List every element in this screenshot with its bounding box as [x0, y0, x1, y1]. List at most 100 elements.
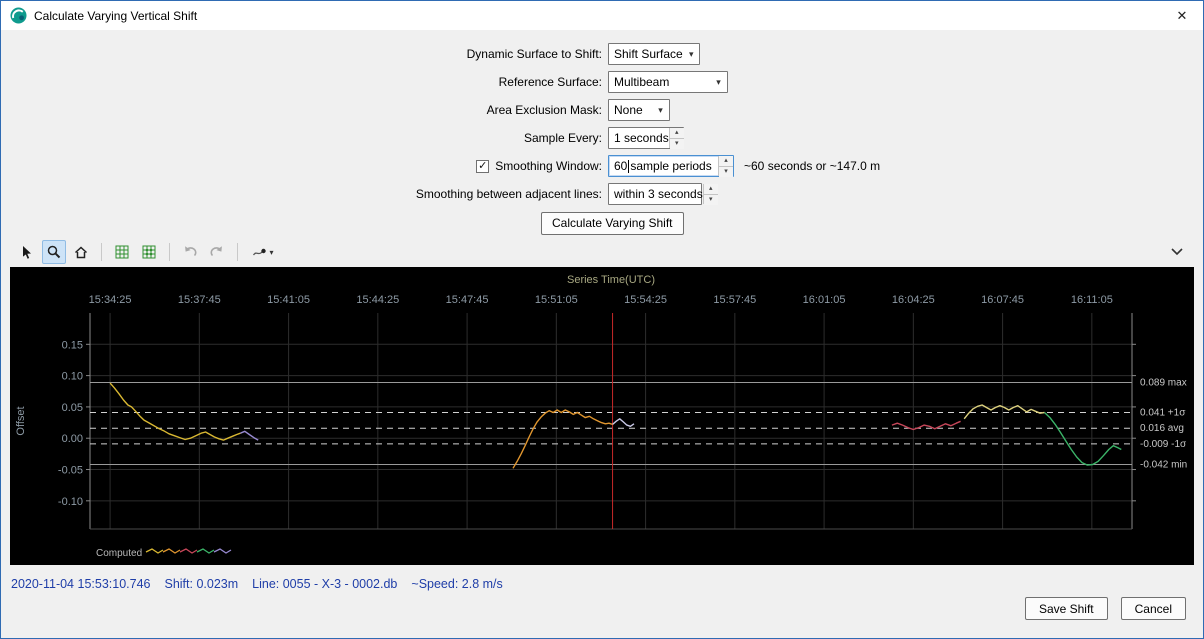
- x-tick-label: 15:51:05: [535, 294, 578, 306]
- calculate-varying-shift-button[interactable]: Calculate Varying Shift: [541, 212, 684, 235]
- stat-label: 0.041 +1σ: [1140, 408, 1186, 419]
- chevron-down-icon: [1169, 244, 1185, 260]
- smoothing-adjacent-spinbox[interactable]: within 3 seconds ▴ ▾: [608, 183, 702, 205]
- row-smoothing-window: ✓ Smoothing Window: 60 sample periods ▴ …: [1, 152, 1203, 180]
- x-tick-label: 16:01:05: [803, 294, 846, 306]
- chart-toolbar: ▾: [1, 238, 1203, 266]
- redo-icon: [209, 244, 225, 260]
- smoothing-adjacent-label: Smoothing between adjacent lines:: [1, 187, 605, 201]
- spinner-buttons[interactable]: ▴ ▾: [718, 156, 733, 176]
- window-title: Calculate Varying Vertical Shift: [34, 9, 197, 23]
- spin-up-icon[interactable]: ▴: [704, 184, 718, 195]
- check-icon: ✓: [478, 161, 487, 172]
- y-tick-label: -0.10: [58, 496, 83, 508]
- sample-every-label: Sample Every:: [1, 131, 605, 145]
- legend-sample-line: [163, 549, 180, 553]
- y-tick-label: -0.05: [58, 465, 83, 477]
- y-tick-label: 0.05: [62, 402, 83, 414]
- area-exclusion-combo[interactable]: None ▾: [608, 99, 670, 121]
- sample-every-spinbox[interactable]: 1 seconds ▴ ▾: [608, 127, 684, 149]
- legend-sample-line: [180, 549, 197, 553]
- x-tick-label: 15:34:25: [89, 294, 132, 306]
- pick-point-tool-button[interactable]: ▾: [246, 240, 280, 264]
- smoothing-window-suffix: sample periods: [630, 159, 718, 173]
- area-exclusion-value: None: [609, 103, 652, 117]
- chart-title: Series Time(UTC): [567, 274, 655, 286]
- reference-surface-combo[interactable]: Multibeam ▾: [608, 71, 728, 93]
- x-tick-label: 15:57:45: [713, 294, 756, 306]
- row-area-exclusion: Area Exclusion Mask: None ▾: [1, 96, 1203, 124]
- spinner-buttons[interactable]: ▴ ▾: [703, 184, 718, 204]
- row-calculate: Calculate Varying Shift: [1, 208, 1203, 238]
- chart-status-bar: 2020-11-04 15:53:10.746 Shift: 0.023m Li…: [1, 577, 1203, 591]
- save-shift-button[interactable]: Save Shift: [1025, 597, 1108, 620]
- spinner-buttons[interactable]: ▴ ▾: [669, 128, 684, 148]
- toolbar-separator: [169, 243, 170, 261]
- series-computed-a-tail: [240, 431, 258, 440]
- x-tick-label: 15:41:05: [267, 294, 310, 306]
- series-computed-a: [110, 383, 240, 440]
- x-tick-label: 16:11:05: [1071, 294, 1113, 306]
- row-reference-surface: Reference Surface: Multibeam ▾: [1, 68, 1203, 96]
- series-computed-e: [1045, 413, 1122, 466]
- dialog-footer: Save Shift Cancel: [1, 597, 1203, 620]
- area-exclusion-label: Area Exclusion Mask:: [1, 103, 605, 117]
- smoothing-window-checkbox[interactable]: ✓: [476, 160, 489, 173]
- reference-surface-value: Multibeam: [609, 75, 710, 89]
- legend-sample-line: [146, 549, 163, 553]
- y-tick-label: 0.15: [62, 339, 83, 351]
- spin-down-icon[interactable]: ▾: [704, 195, 718, 205]
- home-view-button[interactable]: [69, 240, 93, 264]
- chevron-down-icon: ▾: [652, 105, 669, 116]
- legend-sample-line: [214, 549, 231, 553]
- x-tick-label: 16:07:45: [981, 294, 1024, 306]
- pick-point-icon: [252, 244, 268, 260]
- row-smoothing-adjacent: Smoothing between adjacent lines: within…: [1, 180, 1203, 208]
- shift-chart-panel[interactable]: Series Time(UTC) 15:34:25 15:37:45 15:41:05…: [10, 267, 1194, 565]
- titlebar[interactable]: Calculate Varying Vertical Shift ✕: [1, 1, 1203, 30]
- magnifier-icon: [46, 244, 62, 260]
- chevron-down-icon: ▾: [683, 49, 700, 60]
- dynamic-surface-combo[interactable]: Shift Surface ▾: [608, 43, 700, 65]
- undo-button[interactable]: [178, 240, 202, 264]
- grid-snap-button[interactable]: [137, 240, 161, 264]
- series-computed-b: [513, 410, 613, 468]
- text-caret: [628, 160, 629, 173]
- dynamic-surface-label: Dynamic Surface to Shift:: [1, 47, 605, 61]
- sample-every-value: 1 seconds: [609, 131, 669, 145]
- redo-button[interactable]: [205, 240, 229, 264]
- reference-surface-label: Reference Surface:: [1, 75, 605, 89]
- calculate-varying-vertical-shift-dialog: Calculate Varying Vertical Shift ✕ Dynam…: [0, 0, 1204, 639]
- grid-icon: [114, 244, 130, 260]
- spin-down-icon[interactable]: ▾: [670, 139, 684, 149]
- smoothing-window-note: ~60 seconds or ~147.0 m: [744, 159, 880, 173]
- cancel-button[interactable]: Cancel: [1121, 597, 1186, 620]
- smoothing-window-input[interactable]: 60 sample periods ▴ ▾: [608, 155, 734, 177]
- toolbar-separator: [101, 243, 102, 261]
- status-timestamp: 2020-11-04 15:53:10.746: [11, 577, 150, 591]
- grid-toggle-button[interactable]: [110, 240, 134, 264]
- zoom-tool-button[interactable]: [42, 240, 66, 264]
- shift-offset-chart[interactable]: Series Time(UTC) 15:34:25 15:37:45 15:41:05…: [10, 267, 1194, 565]
- chevron-down-icon: ▾: [269, 248, 273, 257]
- status-speed: ~Speed: 2.8 m/s: [411, 577, 502, 591]
- grid-dots-icon: [141, 244, 157, 260]
- row-sample-every: Sample Every: 1 seconds ▴ ▾: [1, 124, 1203, 152]
- spin-up-icon[interactable]: ▴: [670, 128, 684, 139]
- pointer-icon: [19, 244, 35, 260]
- spin-up-icon[interactable]: ▴: [719, 156, 733, 167]
- stat-label: 0.016 avg: [1140, 423, 1184, 434]
- stat-label: -0.009 -1σ: [1140, 439, 1187, 450]
- row-dynamic-surface: Dynamic Surface to Shift: Shift Surface …: [1, 40, 1203, 68]
- dynamic-surface-value: Shift Surface: [609, 47, 683, 61]
- x-tick-label: 15:37:45: [178, 294, 221, 306]
- y-tick-label: 0.10: [62, 371, 83, 383]
- toolbar-separator: [237, 243, 238, 261]
- app-icon: [10, 7, 27, 24]
- spin-down-icon[interactable]: ▾: [719, 167, 733, 177]
- collapse-panel-button[interactable]: [1165, 240, 1189, 264]
- home-icon: [73, 244, 89, 260]
- close-icon[interactable]: ✕: [1171, 8, 1193, 24]
- form-panel: Dynamic Surface to Shift: Shift Surface …: [1, 30, 1203, 238]
- pointer-tool-button[interactable]: [15, 240, 39, 264]
